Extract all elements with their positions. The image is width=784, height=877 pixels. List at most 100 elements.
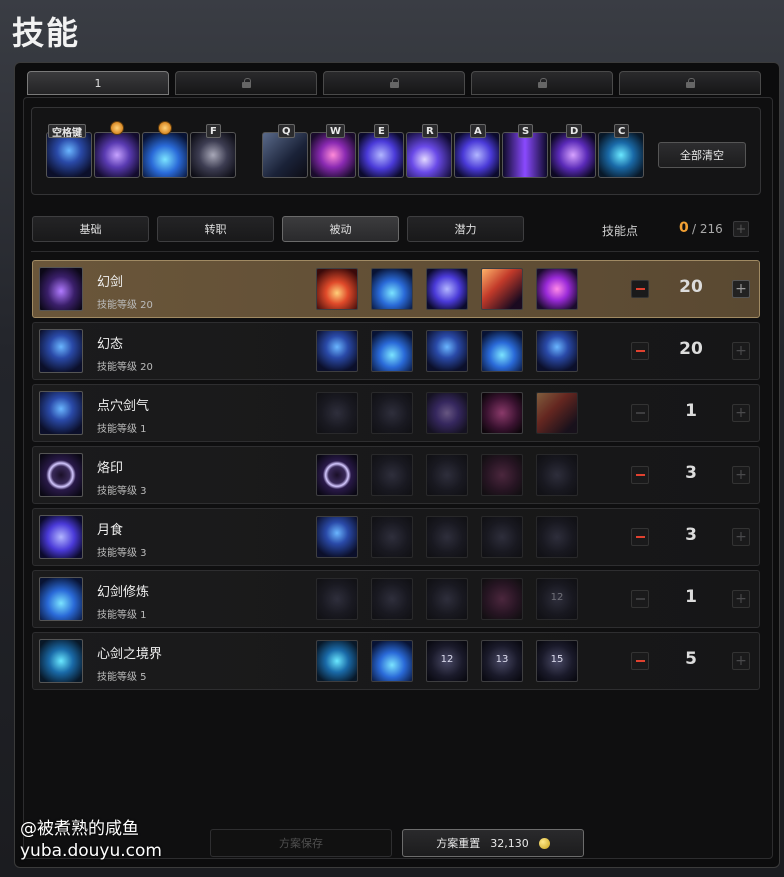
hotkey-slot-w[interactable] [310, 132, 356, 178]
category-tab-passive[interactable]: 被动 [282, 216, 399, 242]
hotkey-slot-s[interactable] [502, 132, 548, 178]
skill-node[interactable] [316, 454, 358, 496]
decrease-button[interactable] [631, 280, 649, 298]
skill-value: 1 [685, 401, 697, 421]
skill-node[interactable] [316, 578, 358, 620]
skill-node[interactable] [536, 330, 578, 372]
hotkey-slot-a[interactable] [454, 132, 500, 178]
reset-preset-button[interactable]: 方案重置 32,130 [402, 829, 584, 857]
category-tab-advancement[interactable]: 转职 [157, 216, 274, 242]
hotkey-slot-space[interactable] [46, 132, 92, 178]
skill-node[interactable] [316, 392, 358, 434]
clear-all-button[interactable]: 全部清空 [658, 142, 746, 168]
decrease-button[interactable] [631, 528, 649, 546]
skill-node[interactable] [481, 578, 523, 620]
decrease-button[interactable] [631, 590, 649, 608]
increase-button[interactable]: + [732, 342, 750, 360]
divider [31, 251, 759, 252]
decrease-button[interactable] [631, 652, 649, 670]
hotkey-label-q: Q [278, 124, 295, 138]
increase-button[interactable]: + [732, 466, 750, 484]
skill-node[interactable] [371, 640, 413, 682]
skill-node[interactable] [316, 330, 358, 372]
skill-node[interactable] [536, 268, 578, 310]
skill-node[interactable] [371, 516, 413, 558]
skill-level: 技能等级 1 [97, 424, 147, 435]
node-level-requirement: 13 [495, 654, 509, 665]
skill-node[interactable] [316, 268, 358, 310]
eclipse-icon [39, 515, 83, 559]
preset-tab-2-locked[interactable] [175, 71, 317, 95]
preset-tab-1[interactable]: 1 [27, 71, 169, 95]
skill-level: 技能等级 3 [97, 486, 147, 497]
increase-button[interactable]: + [732, 528, 750, 546]
decrease-button[interactable] [631, 342, 649, 360]
skill-node[interactable] [426, 268, 468, 310]
skill-row[interactable]: 点穴剑气 技能等级 1 1 + [32, 384, 760, 442]
skill-node[interactable] [481, 392, 523, 434]
preset-tab-5-locked[interactable] [619, 71, 761, 95]
decrease-button[interactable] [631, 466, 649, 484]
skill-row[interactable]: 心剑之境界 技能等级 5 12 13 15 5 + [32, 632, 760, 690]
skill-level: 技能等级 1 [97, 610, 147, 621]
skill-row[interactable]: 幻剑修炼 技能等级 1 12 1 + [32, 570, 760, 628]
reset-cost: 32,130 [490, 836, 529, 850]
skill-node[interactable] [536, 516, 578, 558]
category-tab-basic[interactable]: 基础 [32, 216, 149, 242]
hotkey-label-c: C [614, 124, 630, 138]
hotkey-slot-e[interactable] [358, 132, 404, 178]
phantom-form-icon [39, 329, 83, 373]
skill-row[interactable]: 月食 技能等级 3 3 + [32, 508, 760, 566]
decrease-button[interactable] [631, 404, 649, 422]
hotkey-slot-f[interactable] [190, 132, 236, 178]
preset-tab-label: 1 [94, 76, 102, 90]
skill-node[interactable] [371, 578, 413, 620]
skill-node[interactable]: 12 [426, 640, 468, 682]
skill-node[interactable]: 15 [536, 640, 578, 682]
skill-node[interactable] [371, 330, 413, 372]
hotkey-slot-q[interactable] [262, 132, 308, 178]
skill-points-plus-button[interactable]: + [733, 221, 749, 237]
preset-tab-4-locked[interactable] [471, 71, 613, 95]
skill-node[interactable] [371, 392, 413, 434]
increase-button[interactable]: + [732, 590, 750, 608]
heart-sword-realm-icon [39, 639, 83, 683]
skill-node[interactable] [481, 516, 523, 558]
hotkey-slot-3[interactable] [142, 132, 188, 178]
hotkey-slot-c[interactable] [598, 132, 644, 178]
skill-row[interactable]: 幻剑 技能等级 20 20 + [32, 260, 760, 318]
skill-node[interactable] [426, 454, 468, 496]
skill-row[interactable]: 烙印 技能等级 3 3 + [32, 446, 760, 504]
skill-node[interactable] [536, 392, 578, 434]
skill-node[interactable] [371, 268, 413, 310]
increase-button[interactable]: + [732, 652, 750, 670]
skill-node[interactable] [371, 454, 413, 496]
save-preset-button[interactable]: 方案保存 [210, 829, 392, 857]
skill-node[interactable] [316, 640, 358, 682]
skill-node[interactable] [481, 268, 523, 310]
hotkey-slot-r[interactable] [406, 132, 452, 178]
preset-tabs: 1 [27, 71, 761, 95]
skill-row[interactable]: 幻态 技能等级 20 20 + [32, 322, 760, 380]
skill-node[interactable]: 12 [536, 578, 578, 620]
category-tab-potential[interactable]: 潜力 [407, 216, 524, 242]
hotkey-slot-d[interactable] [550, 132, 596, 178]
skill-node[interactable] [426, 330, 468, 372]
skill-node[interactable] [316, 516, 358, 558]
preset-tab-3-locked[interactable] [323, 71, 465, 95]
increase-button[interactable]: + [732, 404, 750, 422]
node-level-requirement: 12 [440, 654, 454, 665]
skill-value: 20 [679, 277, 703, 297]
hotkey-slot-2[interactable] [94, 132, 140, 178]
skill-node[interactable] [426, 392, 468, 434]
skill-node[interactable] [426, 516, 468, 558]
skill-node[interactable] [426, 578, 468, 620]
skill-node[interactable]: 13 [481, 640, 523, 682]
skill-name: 点穴剑气 [97, 399, 150, 414]
increase-button[interactable]: + [732, 280, 750, 298]
skill-level: 技能等级 3 [97, 548, 147, 559]
skill-node[interactable] [481, 330, 523, 372]
skill-node[interactable] [536, 454, 578, 496]
skill-node[interactable] [481, 454, 523, 496]
skill-points-total: / 216 [692, 222, 723, 236]
